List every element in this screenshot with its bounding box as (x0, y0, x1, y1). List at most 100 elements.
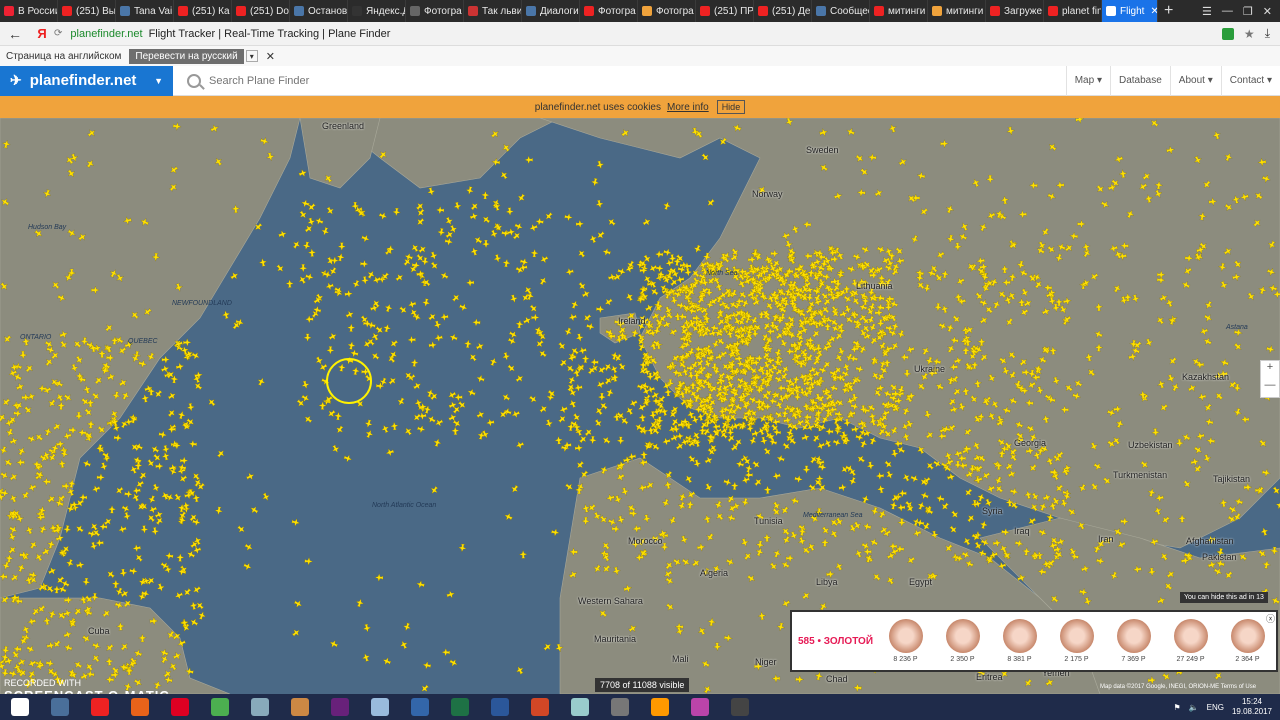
aircraft-icon[interactable] (421, 298, 431, 308)
aircraft-icon[interactable] (261, 492, 272, 503)
aircraft-icon[interactable] (427, 311, 438, 322)
aircraft-icon[interactable] (147, 504, 158, 514)
nav-contact[interactable]: Contact ▾ (1220, 65, 1280, 96)
aircraft-icon[interactable] (381, 656, 392, 667)
aircraft-icon[interactable] (448, 332, 458, 342)
browser-tab[interactable]: Так льви (464, 0, 522, 22)
aircraft-icon[interactable] (117, 524, 127, 534)
aircraft-icon[interactable] (362, 623, 372, 633)
aircraft-icon[interactable] (439, 270, 450, 281)
aircraft-icon[interactable] (723, 477, 733, 487)
aircraft-icon[interactable] (855, 453, 866, 464)
aircraft-icon[interactable] (876, 484, 886, 494)
aircraft-icon[interactable] (815, 441, 826, 452)
aircraft-icon[interactable] (890, 492, 901, 503)
aircraft-icon[interactable] (924, 460, 935, 471)
taskbar-media[interactable] (640, 694, 680, 720)
aircraft-icon[interactable] (364, 428, 374, 439)
aircraft-icon[interactable] (480, 214, 491, 225)
ad-product[interactable]: 2 350 Р (934, 619, 991, 663)
aircraft-icon[interactable] (663, 248, 672, 257)
aircraft-icon[interactable] (475, 374, 485, 384)
aircraft-icon[interactable] (581, 354, 590, 363)
aircraft-icon[interactable] (384, 303, 394, 313)
taskbar-opera[interactable] (160, 694, 200, 720)
download-icon[interactable]: ⤓ (1265, 26, 1270, 41)
aircraft-icon[interactable] (581, 288, 592, 299)
browser-tab[interactable]: (251) Дe (754, 0, 812, 22)
aircraft-icon[interactable] (444, 216, 455, 227)
aircraft-icon[interactable] (595, 379, 606, 390)
aircraft-icon[interactable] (320, 226, 330, 236)
aircraft-icon[interactable] (429, 485, 440, 496)
translate-close-icon[interactable]: ✕ (266, 50, 275, 63)
aircraft-icon[interactable] (506, 227, 516, 237)
address-host[interactable]: planefinder.net (70, 28, 142, 40)
aircraft-icon[interactable] (298, 168, 308, 178)
aircraft-icon[interactable] (590, 177, 600, 187)
aircraft-icon[interactable] (130, 492, 141, 503)
aircraft-icon[interactable] (437, 227, 446, 237)
aircraft-icon[interactable] (298, 264, 308, 273)
aircraft-icon[interactable] (502, 258, 511, 268)
ad-product[interactable]: 8 236 Р (877, 619, 934, 663)
aircraft-icon[interactable] (589, 357, 599, 367)
ad-product[interactable]: 8 381 Р (991, 619, 1048, 663)
nav-database[interactable]: Database (1109, 65, 1170, 96)
aircraft-icon[interactable] (285, 279, 295, 288)
aircraft-icon[interactable] (551, 528, 560, 537)
browser-tab[interactable]: Диалоги (522, 0, 580, 22)
aircraft-icon[interactable] (505, 207, 515, 216)
aircraft-icon[interactable] (145, 512, 156, 523)
aircraft-icon[interactable] (624, 405, 635, 416)
aircraft-icon[interactable] (971, 532, 982, 543)
aircraft-icon[interactable] (801, 432, 811, 442)
aircraft-icon[interactable] (256, 376, 267, 387)
aircraft-icon[interactable] (173, 590, 184, 601)
aircraft-icon[interactable] (177, 410, 187, 420)
aircraft-icon[interactable] (161, 355, 171, 364)
aircraft-icon[interactable] (132, 486, 141, 495)
taskbar-visual-studio[interactable] (320, 694, 360, 720)
aircraft-icon[interactable] (429, 251, 439, 261)
aircraft-icon[interactable] (191, 584, 202, 595)
aircraft-icon[interactable] (133, 552, 144, 563)
aircraft-icon[interactable] (596, 304, 605, 314)
aircraft-icon[interactable] (298, 209, 309, 220)
aircraft-icon[interactable] (811, 432, 822, 443)
aircraft-icon[interactable] (503, 511, 514, 522)
aircraft-icon[interactable] (469, 201, 480, 212)
aircraft-icon[interactable] (568, 312, 578, 322)
aircraft-icon[interactable] (419, 683, 430, 694)
aircraft-icon[interactable] (518, 549, 528, 559)
address-page-title[interactable]: Flight Tracker | Real-Time Tracking | Pl… (149, 28, 391, 40)
aircraft-icon[interactable] (467, 352, 478, 363)
aircraft-icon[interactable] (948, 524, 959, 535)
aircraft-icon[interactable] (458, 302, 468, 312)
aircraft-icon[interactable] (103, 516, 114, 527)
aircraft-icon[interactable] (751, 459, 762, 470)
aircraft-icon[interactable] (403, 426, 414, 437)
translate-button[interactable]: Перевести на русский (129, 48, 244, 64)
aircraft-icon[interactable] (378, 211, 388, 221)
aircraft-icon[interactable] (140, 393, 150, 403)
aircraft-icon[interactable] (466, 387, 477, 398)
aircraft-icon[interactable] (380, 423, 391, 434)
browser-tab[interactable]: Сообщес (812, 0, 870, 22)
aircraft-icon[interactable] (528, 223, 538, 233)
aircraft-icon[interactable] (300, 198, 310, 208)
aircraft-icon[interactable] (557, 341, 568, 352)
cookie-hide-button[interactable]: Hide (716, 100, 746, 114)
aircraft-icon[interactable] (875, 471, 884, 481)
aircraft-icon[interactable] (337, 242, 347, 251)
browser-tab[interactable]: митинги (870, 0, 928, 22)
minimize-icon[interactable]: — (1222, 5, 1233, 17)
aircraft-icon[interactable] (692, 244, 702, 254)
aircraft-icon[interactable] (519, 257, 529, 267)
taskbar-chrome[interactable] (200, 694, 240, 720)
aircraft-icon[interactable] (65, 558, 75, 568)
aircraft-icon[interactable] (966, 512, 977, 523)
aircraft-icon[interactable] (248, 504, 259, 515)
aircraft-icon[interactable] (150, 527, 160, 536)
aircraft-icon[interactable] (794, 474, 804, 484)
